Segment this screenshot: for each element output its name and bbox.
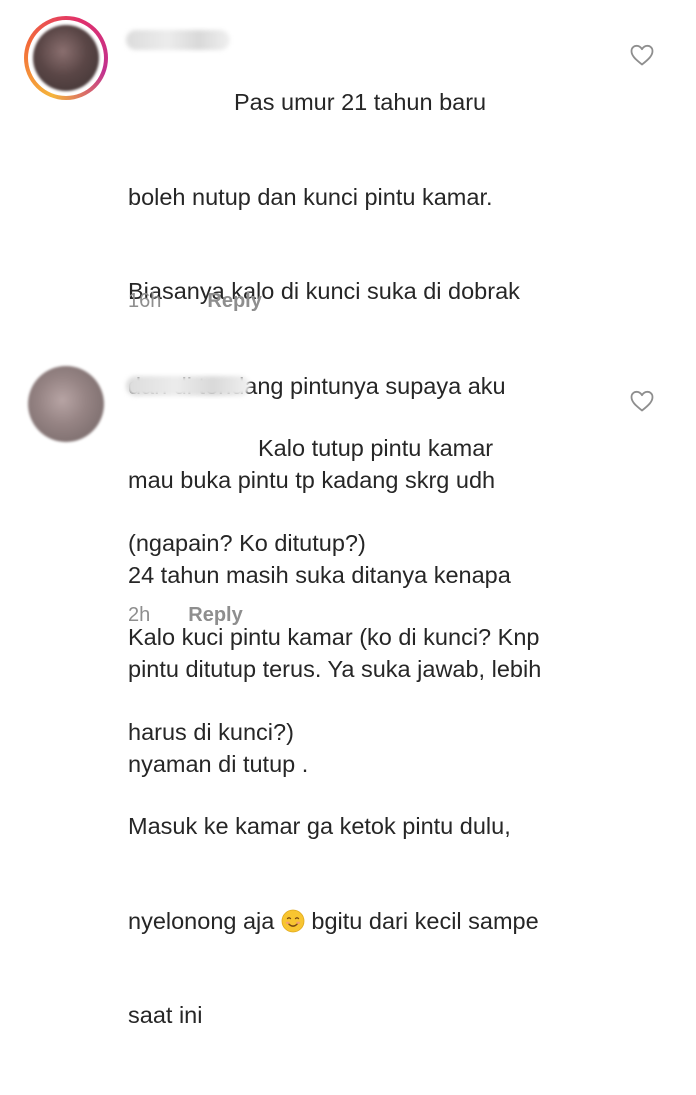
avatar[interactable]	[28, 366, 104, 442]
heart-outline-icon-svg	[630, 44, 654, 66]
timestamp: 16h	[128, 290, 162, 312]
comment-1: Pas umur 21 tahun baru boleh nutup dan k…	[0, 0, 696, 777]
comment-line-part: nyelonong aja	[128, 907, 275, 934]
reply-button[interactable]: Reply	[188, 604, 242, 627]
timestamp: 2h	[128, 604, 151, 626]
comment-meta: 16h Reply	[128, 290, 262, 313]
smiling-face-emoji-svg	[281, 909, 305, 932]
comment-line-with-emoji: nyelonong aja bgitu dari kecil sampe	[128, 906, 539, 938]
comment-2: Kalo tutup pintu kamar (ngapain? Ko ditu…	[0, 330, 696, 1028]
comment-line: saat ini	[128, 1002, 203, 1028]
heart-outline-icon[interactable]	[630, 44, 654, 66]
reply-button[interactable]: Reply	[207, 290, 261, 313]
smiling-face-emoji-icon	[281, 909, 305, 933]
comment-meta: 2h Reply	[128, 604, 243, 627]
comment-line: Masuk ke kamar ga ketok pintu dulu,	[128, 813, 511, 839]
comment-text: Kalo tutup pintu kamar (ngapain? Ko ditu…	[128, 370, 539, 1095]
avatar-story-ring[interactable]	[24, 16, 108, 100]
comment-line: (ngapain? Ko ditutup?)	[128, 529, 366, 556]
comment-line: boleh nutup dan kunci pintu kamar.	[128, 183, 493, 210]
heart-outline-icon[interactable]	[630, 390, 654, 412]
comment-line: harus di kunci?)	[128, 718, 294, 745]
comment-line-part: bgitu dari kecil sampe	[311, 907, 539, 934]
heart-outline-icon-svg	[630, 390, 654, 412]
avatar	[33, 25, 99, 91]
comment-line: Kalo tutup pintu kamar	[258, 435, 494, 461]
comment-line: Pas umur 21 tahun baru	[234, 89, 487, 115]
